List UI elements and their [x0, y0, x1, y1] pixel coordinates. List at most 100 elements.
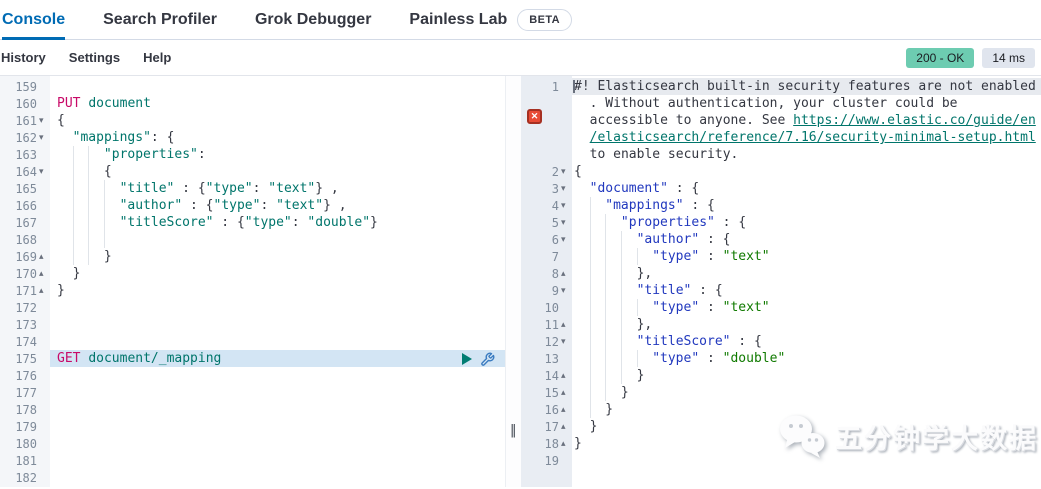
fold-arrow-icon[interactable]: ▾ — [559, 231, 572, 248]
code-line[interactable] — [50, 299, 505, 316]
code-line[interactable]: #! Elasticsearch built-in security featu… — [572, 78, 1041, 95]
fold-arrow-icon[interactable]: ▾ — [37, 163, 50, 180]
code-line[interactable]: to enable security. — [572, 146, 1041, 163]
code-line[interactable]: } — [572, 418, 1041, 435]
fold-arrow-icon[interactable]: ▾ — [559, 197, 572, 214]
code-line[interactable]: } — [50, 265, 505, 282]
gutter-line: 183 — [0, 486, 50, 487]
code-line[interactable] — [50, 384, 505, 401]
tab-grok-debugger[interactable]: Grok Debugger — [255, 0, 371, 39]
response-link[interactable]: /elasticsearch/reference/7.16/security-m… — [590, 130, 1036, 145]
code-line[interactable]: "mappings": { — [50, 129, 505, 146]
fold-arrow-icon[interactable]: ▾ — [559, 282, 572, 299]
code-line[interactable]: GET document/_mapping — [50, 350, 505, 367]
code-line[interactable] — [50, 367, 505, 384]
gutter-line: 4▾ — [521, 197, 572, 214]
code-line[interactable]: { — [572, 163, 1041, 180]
response-link[interactable]: https://www.elastic.co/guide/en — [793, 113, 1036, 128]
panel-divider: ‖ — [505, 76, 521, 487]
fold-arrow-icon[interactable]: ▴ — [559, 435, 572, 452]
response-content[interactable]: 五分钟学大数据 #! Elasticsearch built-in securi… — [572, 76, 1041, 487]
code-line[interactable] — [50, 469, 505, 486]
code-line[interactable]: accessible to anyone. See https://www.el… — [572, 112, 1041, 129]
fold-arrow-icon[interactable]: ▴ — [559, 316, 572, 333]
gutter-line: 17▴ — [521, 418, 572, 435]
code-line[interactable]: { — [50, 163, 505, 180]
code-line[interactable] — [50, 418, 505, 435]
code-line[interactable] — [572, 452, 1041, 469]
code-line[interactable]: "type" : "text" — [572, 299, 1041, 316]
fold-arrow-icon[interactable]: ▴ — [37, 282, 50, 299]
code-line[interactable]: "properties" : { — [572, 214, 1041, 231]
code-line[interactable]: "document" : { — [572, 180, 1041, 197]
gutter-line: 168 — [0, 231, 50, 248]
fold-arrow-icon[interactable]: ▴ — [559, 418, 572, 435]
code-line[interactable]: { — [50, 112, 505, 129]
fold-arrow-icon[interactable]: ▾ — [37, 129, 50, 146]
code-line[interactable]: }, — [572, 316, 1041, 333]
code-line[interactable] — [50, 401, 505, 418]
code-line[interactable]: "author" : {"type": "text"} , — [50, 197, 505, 214]
code-line[interactable]: /elasticsearch/reference/7.16/security-m… — [572, 129, 1041, 146]
code-line[interactable]: "type" : "double" — [572, 350, 1041, 367]
code-line[interactable]: } — [572, 435, 1041, 452]
fold-arrow-icon[interactable]: ▴ — [559, 384, 572, 401]
gutter-line: 8▴ — [521, 265, 572, 282]
code-line[interactable]: } — [572, 401, 1041, 418]
code-line[interactable] — [50, 78, 505, 95]
fold-arrow-icon[interactable]: ▴ — [559, 367, 572, 384]
code-line[interactable]: } — [50, 282, 505, 299]
fold-arrow-icon[interactable]: ▴ — [37, 265, 50, 282]
code-line[interactable] — [50, 452, 505, 469]
code-line[interactable]: "mappings" : { — [572, 197, 1041, 214]
tab-search-profiler[interactable]: Search Profiler — [103, 0, 217, 39]
code-line[interactable]: "author" : { — [572, 231, 1041, 248]
code-line[interactable]: PUT document — [50, 95, 505, 112]
code-line[interactable]: "title" : {"type": "text"} , — [50, 180, 505, 197]
gutter-line: 179 — [0, 418, 50, 435]
panel-resize-handle-icon[interactable]: ‖ — [510, 423, 517, 438]
code-line[interactable]: } — [50, 248, 505, 265]
gutter-line: 19 — [521, 452, 572, 469]
menu-settings[interactable]: Settings — [69, 50, 120, 65]
code-line[interactable]: "titleScore" : { — [572, 333, 1041, 350]
code-line[interactable] — [50, 435, 505, 452]
fold-arrow-icon[interactable]: ▴ — [559, 401, 572, 418]
code-line[interactable]: } — [572, 367, 1041, 384]
gutter-line: 9▾ — [521, 282, 572, 299]
menu-history[interactable]: History — [1, 50, 46, 65]
fold-arrow-icon[interactable]: ▴ — [559, 265, 572, 282]
request-editor-gutter: 159160161▾162▾163164▾165166167168169▴170… — [0, 76, 50, 487]
fold-arrow-icon[interactable]: ▴ — [37, 248, 50, 265]
menu-help[interactable]: Help — [143, 50, 171, 65]
code-line[interactable]: "title" : { — [572, 282, 1041, 299]
code-line[interactable]: "type" : "text" — [572, 248, 1041, 265]
code-line[interactable] — [50, 231, 505, 248]
gutter-line: 175 — [0, 350, 50, 367]
fold-arrow-icon[interactable]: ▾ — [559, 214, 572, 231]
code-line[interactable]: } — [572, 384, 1041, 401]
beta-badge: BETA — [517, 9, 572, 31]
code-line[interactable] — [50, 316, 505, 333]
tab-console[interactable]: Console — [2, 0, 65, 39]
code-line[interactable]: . Without authentication, your cluster c… — [572, 95, 1041, 112]
fold-arrow-icon[interactable]: ▾ — [559, 333, 572, 350]
fold-arrow-icon[interactable]: ▾ — [37, 112, 50, 129]
code-line[interactable]: "properties": — [50, 146, 505, 163]
gutter-line: 170▴ — [0, 265, 50, 282]
request-editor-pane: 159160161▾162▾163164▾165166167168169▴170… — [0, 76, 505, 487]
gutter-line: 1 — [521, 78, 572, 95]
gutter-line: 171▴ — [0, 282, 50, 299]
code-line[interactable] — [50, 333, 505, 350]
response-status-area: 200 - OK 14 ms — [906, 48, 1035, 68]
code-line[interactable] — [50, 486, 505, 487]
fold-arrow-icon[interactable]: ▾ — [559, 180, 572, 197]
fold-arrow-icon[interactable]: ▾ — [559, 163, 572, 180]
code-line[interactable]: }, — [572, 265, 1041, 282]
tab-painless-lab[interactable]: Painless Lab — [409, 0, 507, 39]
request-options-wrench-icon[interactable] — [480, 352, 495, 367]
gutter-line: 182 — [0, 469, 50, 486]
send-request-play-icon[interactable] — [461, 352, 473, 366]
request-editor-content[interactable]: PUT document{ "mappings": { "properties"… — [50, 76, 505, 487]
code-line[interactable]: "titleScore" : {"type": "double"} — [50, 214, 505, 231]
